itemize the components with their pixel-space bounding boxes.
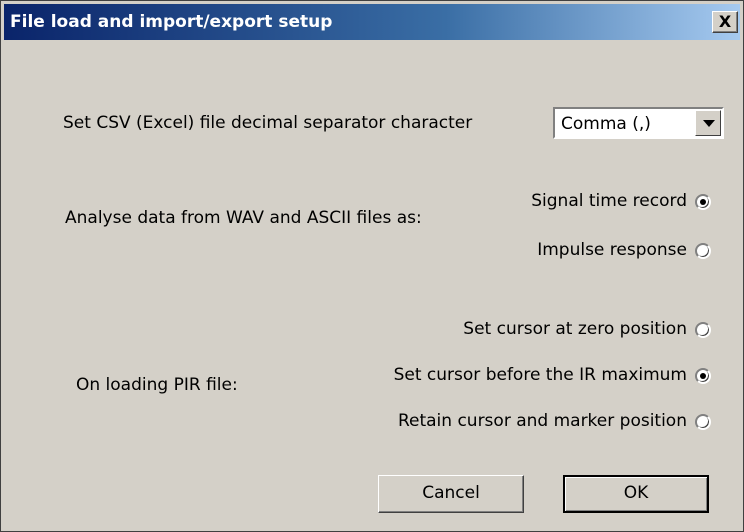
ok-button[interactable]: OK bbox=[563, 475, 709, 513]
option-cursor-zero-label[interactable]: Set cursor at zero position bbox=[463, 319, 687, 339]
pir-label: On loading PIR file: bbox=[76, 375, 238, 395]
close-button[interactable]: X bbox=[712, 11, 738, 33]
option-impulse-response-label[interactable]: Impulse response bbox=[537, 240, 687, 260]
dialog-window: File load and import/export setup X Set … bbox=[0, 0, 744, 532]
radio-impulse-response[interactable] bbox=[695, 243, 711, 259]
decimal-separator-value: Comma (,) bbox=[561, 114, 651, 134]
dropdown-arrow-button[interactable] bbox=[695, 110, 721, 136]
radio-cursor-zero[interactable] bbox=[695, 322, 711, 338]
radio-retain-cursor[interactable] bbox=[695, 414, 711, 430]
radio-signal-time-record[interactable] bbox=[695, 194, 711, 210]
csv-separator-label: Set CSV (Excel) file decimal separator c… bbox=[63, 113, 473, 133]
title-bar[interactable]: File load and import/export setup X bbox=[4, 4, 740, 40]
option-retain-cursor-label[interactable]: Retain cursor and marker position bbox=[398, 411, 687, 431]
decimal-separator-select[interactable]: Comma (,) bbox=[553, 107, 724, 139]
radio-cursor-before-max[interactable] bbox=[695, 368, 711, 384]
option-cursor-before-max-label[interactable]: Set cursor before the IR maximum bbox=[394, 365, 687, 385]
window-title: File load and import/export setup bbox=[10, 12, 333, 32]
option-signal-time-record-label[interactable]: Signal time record bbox=[531, 191, 687, 211]
analyse-label: Analyse data from WAV and ASCII files as… bbox=[65, 208, 422, 228]
chevron-down-icon bbox=[703, 120, 715, 127]
cancel-button[interactable]: Cancel bbox=[378, 475, 524, 513]
radio-selected-dot bbox=[700, 199, 706, 205]
radio-selected-dot bbox=[700, 373, 706, 379]
close-icon: X bbox=[718, 12, 732, 31]
